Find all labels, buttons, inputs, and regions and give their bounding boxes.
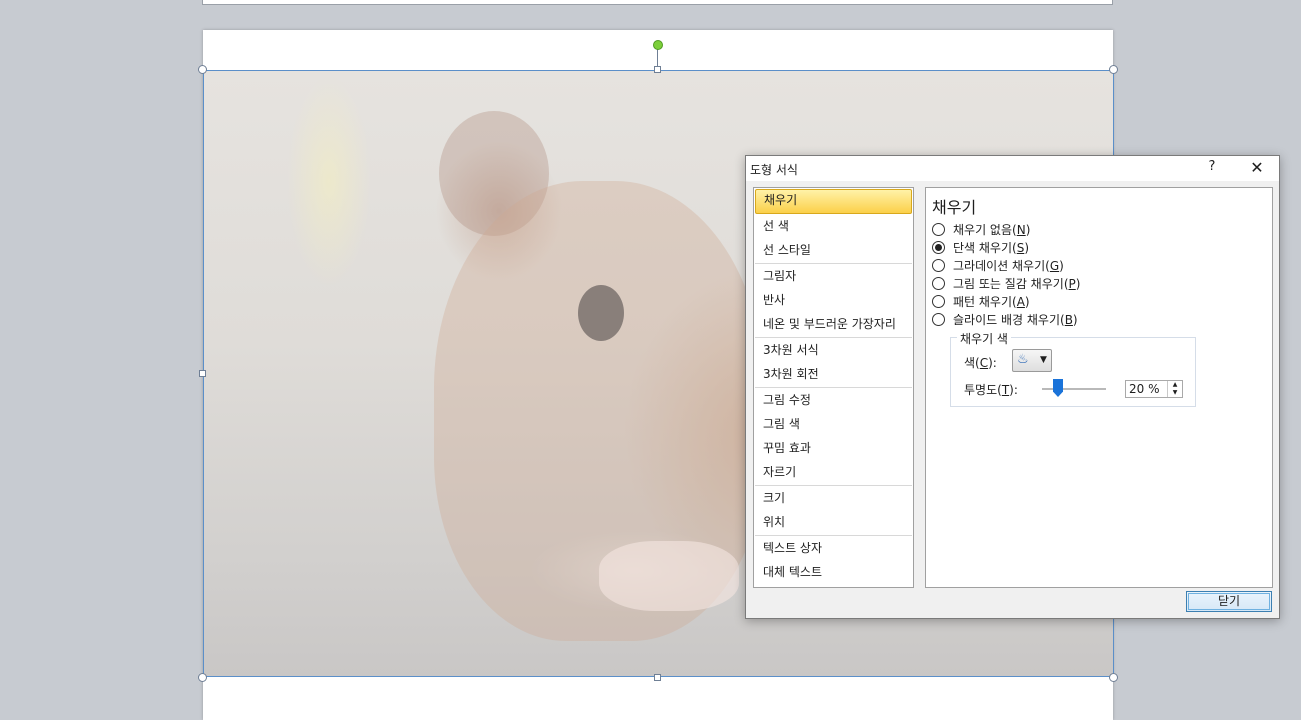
close-button[interactable]: 닫기 xyxy=(1186,591,1272,612)
category-list: 채우기 선 색 선 스타일 그림자 반사 네온 및 부드러운 가장자리 3차원 … xyxy=(753,187,914,588)
resize-handle-bottom-left[interactable] xyxy=(198,673,207,682)
transparency-slider-thumb[interactable] xyxy=(1053,379,1063,397)
nav-item-picture-corrections[interactable]: 그림 수정 xyxy=(755,389,912,412)
nav-item-crop[interactable]: 자르기 xyxy=(755,461,912,484)
radio-picture-texture-fill[interactable]: 그림 또는 질감 채우기(P) xyxy=(932,275,1080,293)
access-key: A xyxy=(1016,295,1025,309)
dialog-titlebar[interactable]: 도형 서식 ? ✕ xyxy=(746,156,1279,181)
transparency-label: 투명도(T): xyxy=(964,383,1018,397)
divider xyxy=(755,387,912,388)
radio-slide-background-fill[interactable]: 슬라이드 배경 채우기(B) xyxy=(932,311,1078,329)
access-key: G xyxy=(1049,259,1060,273)
nav-item-3d-rotation[interactable]: 3차원 회전 xyxy=(755,363,912,386)
close-icon[interactable]: ✕ xyxy=(1245,158,1269,178)
transparency-value[interactable]: 20 % xyxy=(1129,382,1160,396)
nav-item-size[interactable]: 크기 xyxy=(755,487,912,510)
resize-handle-top-left[interactable] xyxy=(198,65,207,74)
nav-item-reflection[interactable]: 반사 xyxy=(755,289,912,312)
radio-no-fill[interactable]: 채우기 없음(N) xyxy=(932,221,1030,239)
radio-label: 채우기 없음 xyxy=(953,223,1013,237)
fill-color-group: 채우기 색 색(C): ♨ ▼ 투명도(T): 20 % ▲ ▼ xyxy=(950,330,1196,407)
resize-handle-bottom-right[interactable] xyxy=(1109,673,1118,682)
nav-item-fill[interactable]: 채우기 xyxy=(755,189,912,214)
nav-item-text-box[interactable]: 텍스트 상자 xyxy=(755,537,912,560)
radio-label: 슬라이드 배경 채우기 xyxy=(953,313,1060,327)
divider xyxy=(755,263,912,264)
divider xyxy=(755,337,912,338)
nav-item-alt-text[interactable]: 대체 텍스트 xyxy=(755,561,912,584)
spin-up-icon[interactable]: ▲ xyxy=(1168,381,1182,389)
panel-heading: 채우기 xyxy=(932,198,977,217)
access-key: S xyxy=(1016,241,1025,255)
nav-item-glow-soft-edges[interactable]: 네온 및 부드러운 가장자리 xyxy=(755,313,912,336)
radio-label: 패턴 채우기 xyxy=(953,295,1013,309)
resize-handle-top-right[interactable] xyxy=(1109,65,1118,74)
radio-label: 그림 또는 질감 채우기 xyxy=(953,277,1064,291)
radio-pattern-fill[interactable]: 패턴 채우기(A) xyxy=(932,293,1030,311)
rotation-handle[interactable] xyxy=(653,40,663,50)
radio-button[interactable] xyxy=(932,277,945,290)
color-label: 색(C): xyxy=(964,356,997,370)
resize-handle-bottom[interactable] xyxy=(654,674,661,681)
help-button[interactable]: ? xyxy=(1202,159,1222,174)
nav-item-3d-format[interactable]: 3차원 서식 xyxy=(755,339,912,362)
paint-bucket-icon: ♨ xyxy=(1017,352,1029,367)
nav-item-shadow[interactable]: 그림자 xyxy=(755,265,912,288)
nav-item-position[interactable]: 위치 xyxy=(755,511,912,534)
access-key: B xyxy=(1064,313,1073,327)
nav-item-line-color[interactable]: 선 색 xyxy=(755,215,912,238)
nav-item-line-style[interactable]: 선 스타일 xyxy=(755,239,912,262)
transparency-slider-track[interactable] xyxy=(1042,388,1106,390)
radio-button[interactable] xyxy=(932,223,945,236)
spin-buttons: ▲ ▼ xyxy=(1167,381,1182,397)
access-key: N xyxy=(1016,223,1026,237)
radio-button[interactable] xyxy=(932,241,945,254)
group-legend: 채우기 색 xyxy=(957,330,1011,347)
hamster-paws xyxy=(599,541,739,611)
divider xyxy=(755,485,912,486)
ruler-strip xyxy=(202,0,1113,5)
format-shape-dialog: 도형 서식 ? ✕ 채우기 선 색 선 스타일 그림자 반사 네온 및 부드러운… xyxy=(745,155,1280,619)
nav-item-artistic-effects[interactable]: 꾸밈 효과 xyxy=(755,437,912,460)
radio-label: 단색 채우기 xyxy=(953,241,1013,255)
resize-handle-top[interactable] xyxy=(654,66,661,73)
fill-color-button[interactable]: ♨ ▼ xyxy=(1012,349,1052,372)
radio-solid-fill[interactable]: 단색 채우기(S) xyxy=(932,239,1029,257)
divider xyxy=(755,535,912,536)
nav-item-picture-color[interactable]: 그림 색 xyxy=(755,413,912,436)
hamster-eye xyxy=(578,285,624,341)
resize-handle-left[interactable] xyxy=(199,370,206,377)
radio-button[interactable] xyxy=(932,259,945,272)
access-key: P xyxy=(1068,277,1076,291)
radio-label: 그라데이션 채우기 xyxy=(953,259,1046,273)
radio-gradient-fill[interactable]: 그라데이션 채우기(G) xyxy=(932,257,1064,275)
spin-down-icon[interactable]: ▼ xyxy=(1168,389,1182,397)
transparency-spinbox[interactable]: 20 % ▲ ▼ xyxy=(1125,380,1183,398)
radio-button[interactable] xyxy=(932,313,945,326)
fill-panel: 채우기 채우기 없음(N) 단색 채우기(S) 그라데이션 채우기(G) 그림 … xyxy=(925,187,1273,588)
dialog-title: 도형 서식 xyxy=(750,163,798,177)
radio-button[interactable] xyxy=(932,295,945,308)
chevron-down-icon: ▼ xyxy=(1040,355,1047,365)
